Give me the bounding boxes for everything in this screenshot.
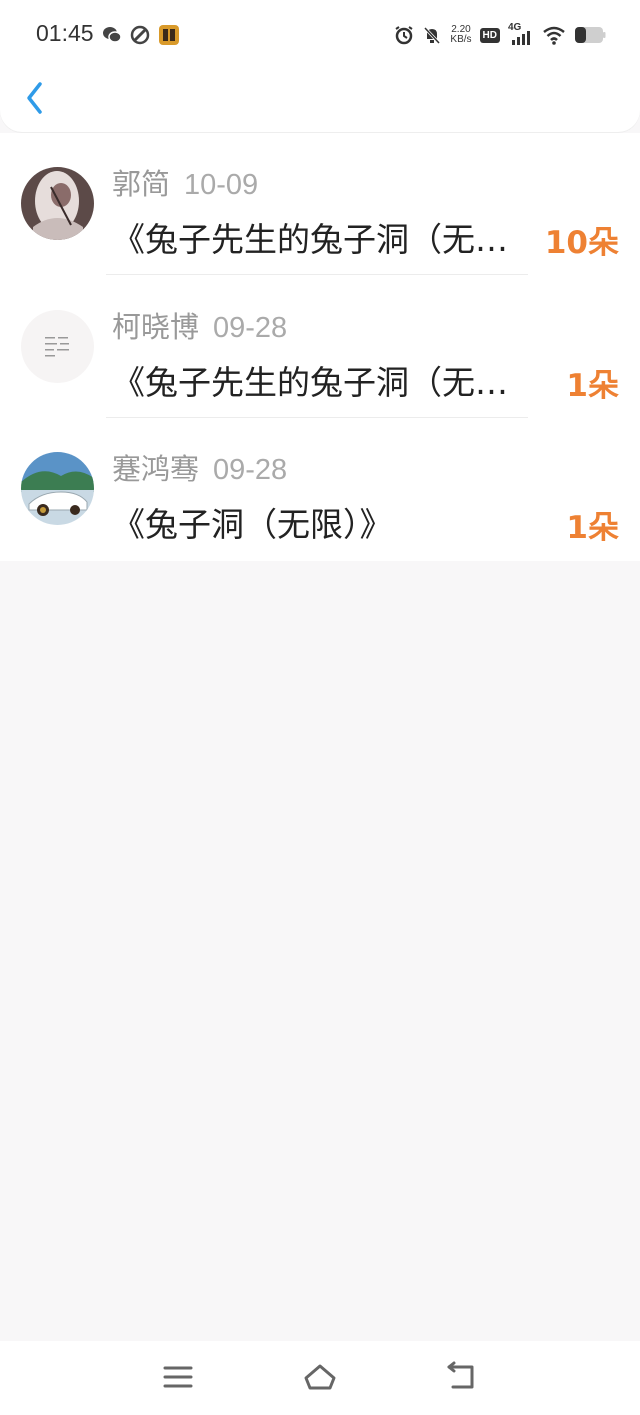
sender-meta: 郭简 10-09: [112, 161, 258, 203]
wifi-icon: [543, 26, 565, 45]
sender-name: 蹇鸿骞: [112, 452, 200, 486]
system-icons: 2.20 KB/s HD 4G: [394, 22, 606, 48]
sender-meta: 蹇鸿骞 09-28: [112, 446, 287, 488]
avatar-image: [21, 167, 94, 240]
notification-icons: [102, 24, 180, 46]
menu-button[interactable]: [160, 1361, 196, 1393]
gift-record-list: 郭简 10-09 《兔子先生的兔子洞（无限）》 10朵 柯晓博 09-28 《兔子先…: [0, 133, 640, 561]
network-speed: 2.20 KB/s: [450, 25, 471, 45]
avatar[interactable]: [21, 310, 94, 383]
back-icon: [447, 1361, 474, 1389]
avatar[interactable]: [21, 167, 94, 240]
back-nav-button[interactable]: [444, 1361, 480, 1393]
book-title: 《兔子先生的兔子洞（无限）》: [112, 220, 532, 259]
header-bar: [0, 68, 640, 132]
avatar[interactable]: [21, 452, 94, 525]
sender-name: 郭简: [112, 167, 171, 201]
flower-count: 10朵: [544, 225, 619, 261]
speed-unit: KB/s: [450, 34, 472, 45]
list-item[interactable]: 柯晓博 09-28 《兔子先生的兔子洞（无限）》 1朵: [0, 276, 640, 418]
status-bar: 01:45 2.20 KB/s HD 4G: [0, 0, 640, 68]
list-item[interactable]: 蹇鸿骞 09-28 《兔子洞（无限）》 1朵: [0, 418, 640, 560]
hd-badge: HD: [479, 27, 500, 43]
list-item[interactable]: 郭简 10-09 《兔子先生的兔子洞（无限）》 10朵: [0, 133, 640, 275]
battery-icon: [575, 27, 606, 43]
send-date: 09-28: [213, 454, 288, 486]
book-title: 《兔子洞（无限）》: [112, 505, 393, 544]
menu-icon: [163, 1366, 193, 1388]
wechat-icon: [103, 27, 122, 43]
system-nav-bar: [0, 1341, 640, 1415]
avatar-image: [21, 310, 94, 383]
sender-name: 柯晓博: [112, 310, 200, 344]
send-date: 09-28: [213, 312, 288, 344]
book-title: 《兔子先生的兔子洞（无限）》: [112, 363, 532, 402]
chevron-left-icon: [27, 82, 42, 114]
back-button[interactable]: [20, 78, 52, 118]
flower-count: 1朵: [566, 368, 619, 404]
app-icon: [130, 25, 150, 45]
avatar-image: [21, 452, 94, 525]
send-date: 10-09: [184, 169, 259, 201]
flower-count: 1朵: [566, 510, 619, 546]
game-icon: [159, 25, 179, 45]
signal-indicator: 4G: [508, 22, 534, 46]
alarm-icon: [395, 26, 413, 45]
divider: [106, 274, 528, 275]
status-time: 01:45: [36, 20, 94, 46]
mute-icon: [424, 26, 441, 45]
home-button[interactable]: [302, 1361, 338, 1393]
sender-meta: 柯晓博 09-28: [112, 304, 287, 346]
home-icon: [304, 1364, 336, 1390]
signal-icon: [512, 31, 530, 45]
